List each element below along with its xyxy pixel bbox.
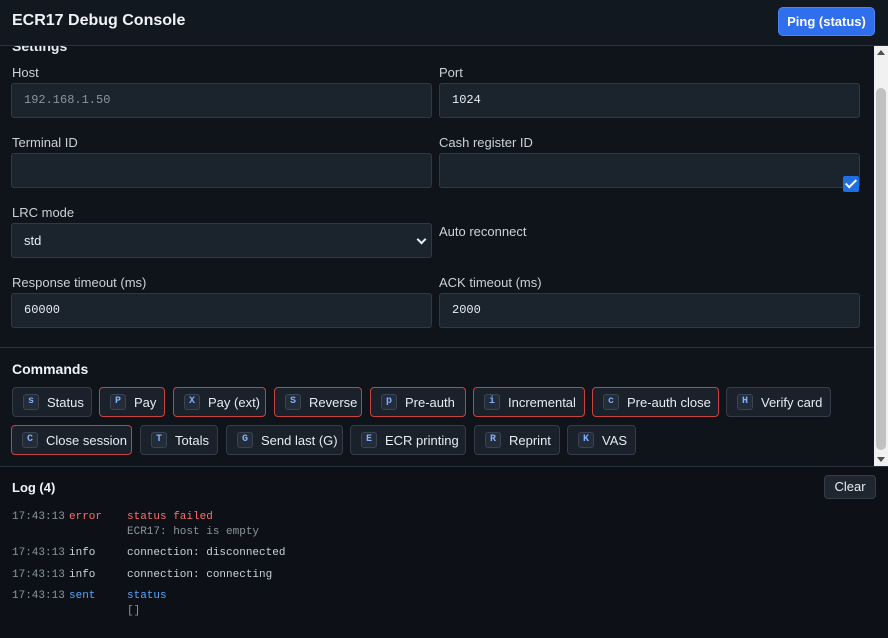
command-label: Send last (G) [261, 433, 338, 448]
command-vas-button[interactable]: K VAS [567, 425, 636, 455]
command-ecr-printing-button[interactable]: E ECR printing [350, 425, 466, 455]
command-status-button[interactable]: s Status [12, 387, 92, 417]
chevron-down-icon [416, 234, 427, 245]
command-incremental-button[interactable]: i Incremental [473, 387, 585, 417]
command-send-last-button[interactable]: G Send last (G) [226, 425, 343, 455]
command-reverse-button[interactable]: S Reverse [274, 387, 362, 417]
clear-log-button[interactable]: Clear [824, 475, 876, 499]
shortcut-key: K [578, 432, 594, 448]
shortcut-key: E [361, 432, 377, 448]
cash-register-id-label: Cash register ID [439, 135, 533, 150]
shortcut-key: p [381, 394, 397, 410]
ping-status-button[interactable]: Ping (status) [778, 7, 875, 36]
shortcut-key: i [484, 394, 500, 410]
command-label: Status [47, 395, 84, 410]
scroll-up-arrow-icon[interactable] [877, 50, 885, 55]
log-message: status [127, 590, 167, 602]
log-detail: [] [127, 605, 141, 617]
shortcut-key: R [485, 432, 501, 448]
log-message: connection: disconnected [127, 547, 286, 559]
command-reprint-button[interactable]: R Reprint [474, 425, 560, 455]
command-label: Pre-auth [405, 395, 455, 410]
log-time: 17:43:13 [12, 590, 65, 602]
host-label: Host [12, 65, 39, 80]
log-message: status failed [127, 511, 213, 523]
shortcut-key: P [110, 394, 126, 410]
ack-timeout-input[interactable]: 2000 [439, 293, 860, 328]
section-divider [0, 347, 874, 348]
commands-title: Commands [12, 361, 89, 377]
cash-register-id-input[interactable] [439, 153, 860, 188]
scrollbar-thumb[interactable] [876, 88, 886, 450]
command-label: Pre-auth close [627, 395, 711, 410]
log-panel: Log (4) Clear 17:43:13 error status fail… [0, 466, 888, 638]
header-bar: ECR17 Debug Console Ping (status) [0, 0, 888, 46]
log-time: 17:43:13 [12, 547, 65, 559]
command-label: ECR printing [385, 433, 459, 448]
log-time: 17:43:13 [12, 569, 65, 581]
command-pre-auth-close-button[interactable]: c Pre-auth close [592, 387, 719, 417]
command-label: Pay [134, 395, 157, 410]
log-detail: ECR17: host is empty [127, 526, 260, 538]
shortcut-key: S [285, 394, 301, 410]
command-pay-button[interactable]: P Pay [99, 387, 165, 417]
shortcut-key: c [603, 394, 619, 410]
command-label: Pay (ext) [208, 395, 261, 410]
response-timeout-label: Response timeout (ms) [12, 275, 147, 290]
command-label: Incremental [508, 395, 576, 410]
shortcut-key: G [237, 432, 253, 448]
command-label: Totals [175, 433, 209, 448]
lrc-mode-value: std [24, 233, 42, 248]
command-label: Reprint [509, 433, 551, 448]
shortcut-key: C [22, 432, 38, 448]
shortcut-key: H [737, 394, 753, 410]
command-pay-ext-button[interactable]: X Pay (ext) [173, 387, 266, 417]
command-label: Verify card [761, 395, 823, 410]
log-level: info [69, 569, 96, 581]
port-input[interactable]: 1024 [439, 83, 860, 118]
settings-scroll-area[interactable]: Settings Host 192.168.1.50 Port 1024 Ter… [0, 46, 888, 466]
command-pre-auth-button[interactable]: p Pre-auth [370, 387, 466, 417]
command-label: Close session [46, 433, 127, 448]
command-label: VAS [602, 433, 628, 448]
response-timeout-input[interactable]: 60000 [11, 293, 432, 328]
terminal-id-label: Terminal ID [12, 135, 78, 150]
lrc-mode-select[interactable]: std [11, 223, 432, 258]
shortcut-key: s [23, 394, 39, 410]
vertical-scrollbar[interactable] [874, 46, 888, 466]
auto-reconnect-label: Auto reconnect [439, 224, 527, 239]
command-label: Reverse [309, 395, 358, 410]
auto-reconnect-checkbox[interactable] [843, 176, 859, 192]
shortcut-key: T [151, 432, 167, 448]
log-message: connection: connecting [127, 569, 273, 581]
log-title: Log (4) [12, 480, 56, 495]
command-verify-card-button[interactable]: H Verify card [726, 387, 831, 417]
lrc-mode-label: LRC mode [12, 205, 75, 220]
port-label: Port [439, 65, 463, 80]
command-close-session-button[interactable]: C Close session [11, 425, 132, 455]
command-totals-button[interactable]: T Totals [140, 425, 218, 455]
log-level: sent [69, 590, 96, 602]
log-time: 17:43:13 [12, 511, 65, 523]
ack-timeout-label: ACK timeout (ms) [439, 275, 542, 290]
log-level: info [69, 547, 96, 559]
settings-heading: Settings [12, 46, 68, 54]
app-title: ECR17 Debug Console [12, 12, 186, 29]
shortcut-key: X [184, 394, 200, 410]
scroll-down-arrow-icon[interactable] [877, 457, 885, 462]
terminal-id-input[interactable] [11, 153, 432, 188]
log-level: error [69, 511, 103, 523]
host-input[interactable]: 192.168.1.50 [11, 83, 432, 118]
